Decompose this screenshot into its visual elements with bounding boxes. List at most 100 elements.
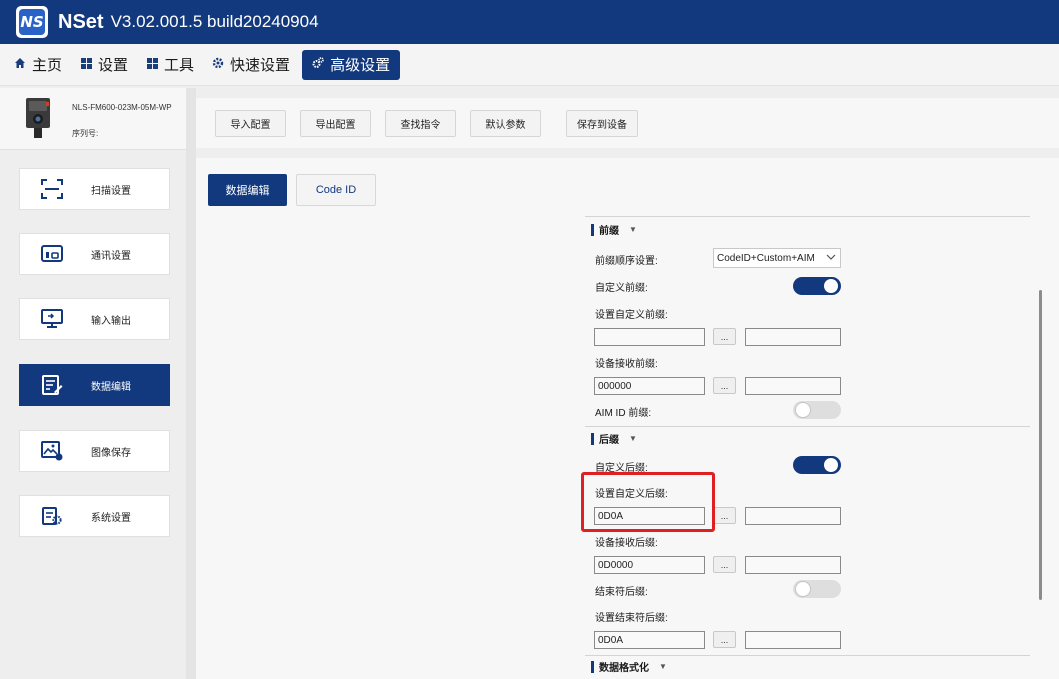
sidebar-item-label: 图像保存: [91, 447, 131, 459]
import-config-button[interactable]: 导入配置: [215, 110, 286, 137]
tab-code-id[interactable]: Code ID: [296, 174, 376, 206]
device-recv-suffix-input[interactable]: 0D0000: [594, 556, 705, 574]
main-menu: 主页 设置 工具 快速设置 高级设置: [0, 44, 1059, 86]
save-to-device-button[interactable]: 保存到设备: [566, 110, 638, 137]
toggle-knob: [824, 279, 838, 293]
menu-tools[interactable]: 工具: [140, 50, 200, 80]
custom-prefix-browse-button[interactable]: ...: [713, 328, 736, 345]
sidebar-item-system-settings[interactable]: 系统设置: [19, 495, 170, 537]
custom-suffix-hex-input[interactable]: [745, 507, 841, 525]
app-version: V3.02.001.5 build20240904: [110, 12, 319, 31]
app-name: NSet: [58, 10, 104, 33]
prefix-order-select[interactable]: CodeID+Custom+AIM: [713, 248, 841, 268]
sidebar-item-scan-settings[interactable]: 扫描设置: [19, 168, 170, 210]
terminator-suffix-browse-button[interactable]: ...: [713, 631, 736, 648]
caret-down-icon: ▼: [629, 225, 637, 234]
device-serial-label: 序列号:: [72, 129, 99, 138]
device-recv-suffix-browse-button[interactable]: ...: [713, 556, 736, 573]
vertical-scrollbar[interactable]: [1039, 290, 1042, 600]
grid-icon: [146, 57, 158, 72]
highlight-annotation: [581, 472, 715, 532]
section-marker: [591, 223, 594, 236]
custom-prefix-toggle[interactable]: [793, 277, 841, 295]
set-terminator-suffix-label: 设置结束符后缀:: [595, 613, 668, 624]
prefix-order-value: CodeID+Custom+AIM: [717, 252, 815, 264]
section-marker: [591, 660, 594, 673]
device-recv-suffix-hex-input[interactable]: [745, 556, 841, 574]
find-command-button[interactable]: 查找指令: [385, 110, 456, 137]
export-config-button[interactable]: 导出配置: [300, 110, 371, 137]
section-divider: [585, 216, 1030, 217]
config-toolbar: 导入配置 导出配置 查找指令 默认参数 保存到设备: [196, 98, 1059, 148]
menu-quick-settings-label: 快速设置: [230, 57, 291, 74]
home-icon: [14, 57, 26, 72]
device-recv-prefix-browse-button[interactable]: ...: [713, 377, 736, 394]
menu-settings-label: 设置: [98, 57, 129, 74]
communication-icon: [40, 242, 64, 266]
caret-down-icon: ▼: [629, 434, 637, 443]
custom-suffix-toggle[interactable]: [793, 456, 841, 474]
menu-advanced-settings-label: 高级设置: [330, 57, 391, 74]
panel-divider: [186, 88, 196, 679]
data-format-section-title: 数据格式化: [599, 663, 649, 674]
menu-advanced-settings[interactable]: 高级设置: [302, 49, 401, 80]
sidebar-item-input-output[interactable]: 输入输出: [19, 298, 170, 340]
menu-home[interactable]: 主页: [8, 50, 68, 80]
chevron-down-icon: [826, 252, 836, 264]
section-divider: [585, 426, 1030, 427]
sidebar-item-data-edit[interactable]: 数据编辑: [19, 364, 170, 406]
prefix-section-header[interactable]: 前缀 ▼: [591, 222, 637, 237]
terminator-suffix-input[interactable]: 0D0A: [594, 631, 705, 649]
menu-quick-settings[interactable]: 快速设置: [206, 50, 296, 80]
terminator-suffix-label: 结束符后缀:: [595, 587, 648, 598]
section-marker: [591, 432, 594, 445]
suffix-section-title: 后缀: [599, 435, 619, 446]
device-model: NLS-FM600-023M-05M-WP: [72, 103, 172, 112]
gears-icon: [312, 57, 324, 72]
device-recv-suffix-label: 设备接收后缀:: [595, 538, 658, 549]
prefix-section-title: 前缀: [599, 226, 619, 237]
menu-settings[interactable]: 设置: [74, 50, 134, 80]
caret-down-icon: ▼: [659, 662, 667, 671]
suffix-section-header[interactable]: 后缀 ▼: [591, 431, 637, 446]
custom-prefix-input[interactable]: [594, 328, 705, 346]
scan-icon: [40, 177, 64, 201]
scanner-device-image: [20, 96, 56, 140]
sidebar-item-label: 数据编辑: [91, 381, 131, 393]
sidebar-item-label: 扫描设置: [91, 185, 131, 197]
terminator-suffix-toggle[interactable]: [793, 580, 841, 598]
toggle-knob: [795, 402, 811, 418]
device-info-panel: NLS-FM600-023M-05M-WP 序列号:: [0, 88, 186, 150]
image-save-icon: [40, 439, 64, 463]
prefix-order-label: 前缀顺序设置:: [595, 256, 658, 267]
sidebar-item-label: 系统设置: [91, 512, 131, 524]
device-recv-prefix-label: 设备接收前缀:: [595, 359, 658, 370]
default-params-button[interactable]: 默认参数: [470, 110, 541, 137]
app-logo-mark: NS: [19, 9, 45, 35]
aim-prefix-label: AIM ID 前缀:: [595, 408, 652, 419]
aim-prefix-toggle[interactable]: [793, 401, 841, 419]
data-edit-icon: [40, 373, 64, 397]
settings-panel: 前缀 ▼ 前缀顺序设置: CodeID+Custom+AIM 自定义前缀: 设置…: [585, 215, 1030, 679]
tab-data-edit[interactable]: 数据编辑: [208, 174, 287, 206]
section-divider: [585, 655, 1030, 656]
sidebar-item-image-save[interactable]: 图像保存: [19, 430, 170, 472]
custom-prefix-label: 自定义前缀:: [595, 283, 648, 294]
system-settings-icon: [40, 504, 64, 528]
toggle-knob: [824, 458, 838, 472]
custom-suffix-browse-button[interactable]: ...: [713, 507, 736, 524]
terminator-suffix-hex-input[interactable]: [745, 631, 841, 649]
menu-home-label: 主页: [32, 57, 63, 74]
custom-prefix-hex-input[interactable]: [745, 328, 841, 346]
menu-tools-label: 工具: [164, 57, 195, 74]
device-recv-prefix-input[interactable]: 000000: [594, 377, 705, 395]
sidebar-item-label: 通讯设置: [91, 250, 131, 262]
sidebar: 扫描设置 通讯设置 输入输出 数据编辑 图像保存 系统设置: [0, 150, 186, 679]
app-logo: NS: [16, 6, 48, 38]
sidebar-item-label: 输入输出: [91, 315, 131, 327]
data-format-section-header[interactable]: 数据格式化 ▼: [591, 659, 667, 674]
device-recv-prefix-hex-input[interactable]: [745, 377, 841, 395]
grid-icon: [80, 57, 92, 72]
set-custom-prefix-label: 设置自定义前缀:: [595, 310, 668, 321]
sidebar-item-communication[interactable]: 通讯设置: [19, 233, 170, 275]
